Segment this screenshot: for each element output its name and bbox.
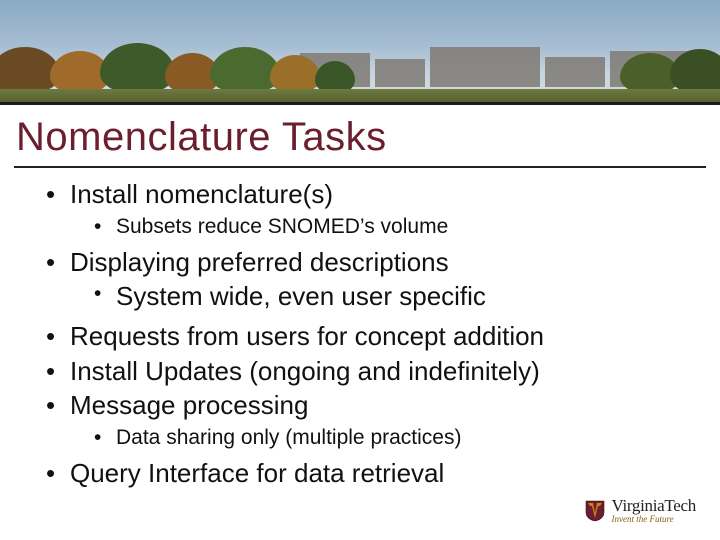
bullet-item: Install nomenclature(s) Subsets reduce S… xyxy=(40,178,680,240)
sub-bullet-list: System wide, even user specific xyxy=(70,280,680,314)
bullet-item: Query Interface for data retrieval xyxy=(40,457,680,490)
banner-trees xyxy=(0,51,720,93)
tree xyxy=(670,49,720,93)
header-photo-banner xyxy=(0,0,720,105)
sub-bullet-text: Data sharing only (multiple practices) xyxy=(116,426,461,449)
vt-name: VirginiaTech xyxy=(611,497,696,514)
sub-bullet-text: Subsets reduce SNOMED’s volume xyxy=(116,215,448,238)
sub-bullet-text: System wide, even user specific xyxy=(116,281,486,311)
bullet-list: Install nomenclature(s) Subsets reduce S… xyxy=(40,178,680,489)
vt-tagline: Invent the Future xyxy=(611,515,696,524)
bullet-item: Requests from users for concept addition xyxy=(40,320,680,353)
bullet-text: Requests from users for concept addition xyxy=(70,321,544,351)
sub-bullet-item: Data sharing only (multiple practices) xyxy=(88,424,680,451)
content-area: Install nomenclature(s) Subsets reduce S… xyxy=(40,178,680,489)
sub-bullet-list: Subsets reduce SNOMED’s volume xyxy=(70,213,680,240)
tree xyxy=(270,55,320,93)
bullet-text: Query Interface for data retrieval xyxy=(70,458,444,488)
bullet-text: Install nomenclature(s) xyxy=(70,179,333,209)
bullet-item: Install Updates (ongoing and indefinitel… xyxy=(40,355,680,388)
bullet-text: Displaying preferred descriptions xyxy=(70,247,449,277)
vt-logo-text: VirginiaTech Invent the Future xyxy=(611,497,696,524)
banner-bottom-rule xyxy=(0,102,720,105)
sub-bullet-item: System wide, even user specific xyxy=(88,280,680,314)
vt-shield-icon xyxy=(585,500,605,522)
sub-bullet-list: Data sharing only (multiple practices) xyxy=(70,424,680,451)
sub-bullet-item: Subsets reduce SNOMED’s volume xyxy=(88,213,680,240)
tree xyxy=(210,47,280,93)
tree xyxy=(100,43,175,93)
bullet-text: Install Updates (ongoing and indefinitel… xyxy=(70,356,540,386)
title-underline xyxy=(14,166,706,168)
bullet-item: Displaying preferred descriptions System… xyxy=(40,246,680,314)
slide-title: Nomenclature Tasks xyxy=(16,115,720,160)
virginia-tech-logo: VirginiaTech Invent the Future xyxy=(585,497,696,524)
bullet-text: Message processing xyxy=(70,390,308,420)
slide: Nomenclature Tasks Install nomenclature(… xyxy=(0,0,720,540)
bullet-item: Message processing Data sharing only (mu… xyxy=(40,389,680,451)
